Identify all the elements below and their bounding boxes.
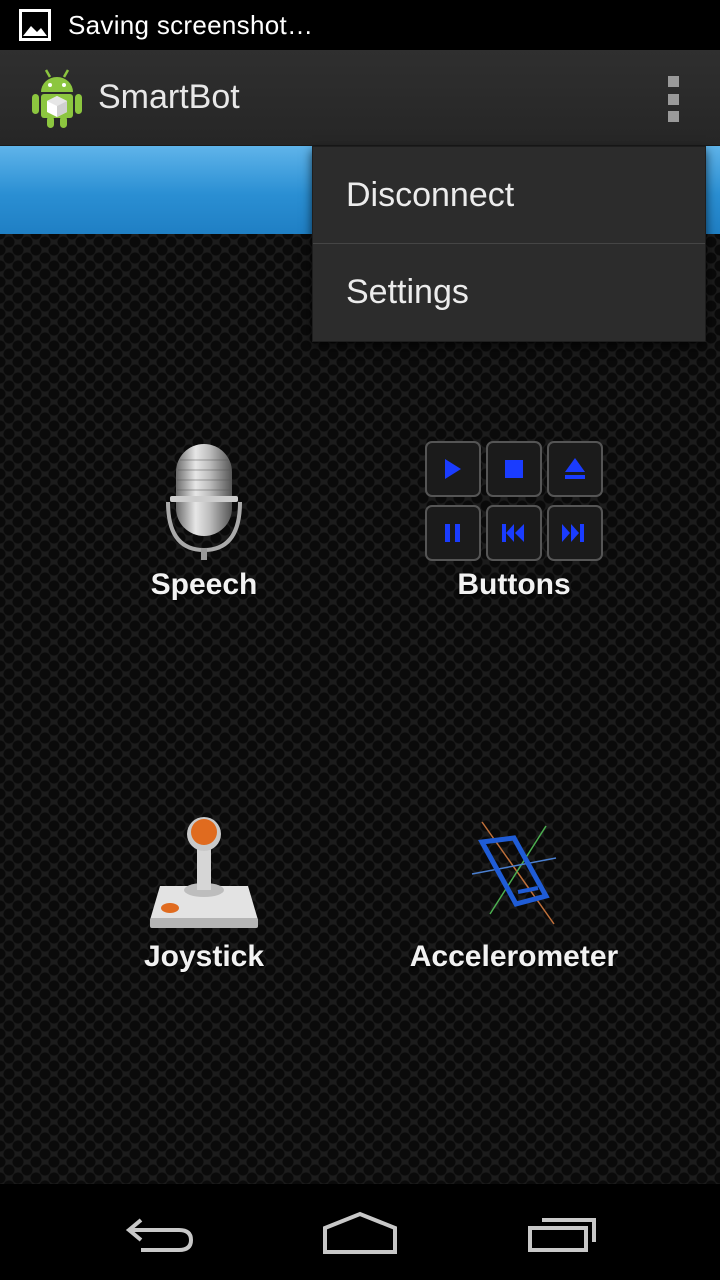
app-title: SmartBot	[98, 78, 240, 116]
menu-item-disconnect[interactable]: Disconnect	[313, 147, 705, 243]
tile-joystick[interactable]: Joystick	[104, 812, 304, 974]
media-buttons-icon	[425, 441, 603, 561]
tile-buttons[interactable]: Buttons	[404, 440, 624, 602]
status-bar: Saving screenshot…	[0, 0, 720, 50]
tile-accelerometer[interactable]: Accelerometer	[394, 812, 634, 974]
screen: Saving screenshot… SmartBot Speech Butto…	[0, 0, 720, 1280]
overflow-menu: Disconnect Settings	[312, 146, 706, 342]
microphone-icon	[166, 444, 242, 560]
navigation-bar	[0, 1184, 720, 1280]
recents-icon[interactable]	[518, 1206, 608, 1258]
menu-item-settings[interactable]: Settings	[313, 244, 705, 340]
home-icon[interactable]	[315, 1206, 405, 1258]
back-icon[interactable]	[115, 1206, 205, 1258]
overflow-menu-icon	[667, 76, 679, 87]
tile-label-joystick: Joystick	[143, 940, 265, 973]
tile-label-accelerometer: Accelerometer	[409, 940, 619, 973]
tile-label-speech: Speech	[150, 568, 258, 601]
action-bar: SmartBot	[0, 50, 720, 146]
image-icon	[19, 9, 51, 41]
accelerometer-icon	[471, 821, 557, 925]
tile-grid: Speech Buttons Joystick Accelerometer	[0, 234, 720, 1184]
joystick-icon	[150, 817, 258, 928]
tile-speech[interactable]: Speech	[104, 440, 304, 602]
status-text: Saving screenshot…	[68, 9, 314, 40]
tile-label-buttons: Buttons	[457, 568, 571, 601]
android-robot-icon[interactable]	[29, 66, 85, 130]
overflow-menu-button[interactable]	[662, 76, 684, 122]
